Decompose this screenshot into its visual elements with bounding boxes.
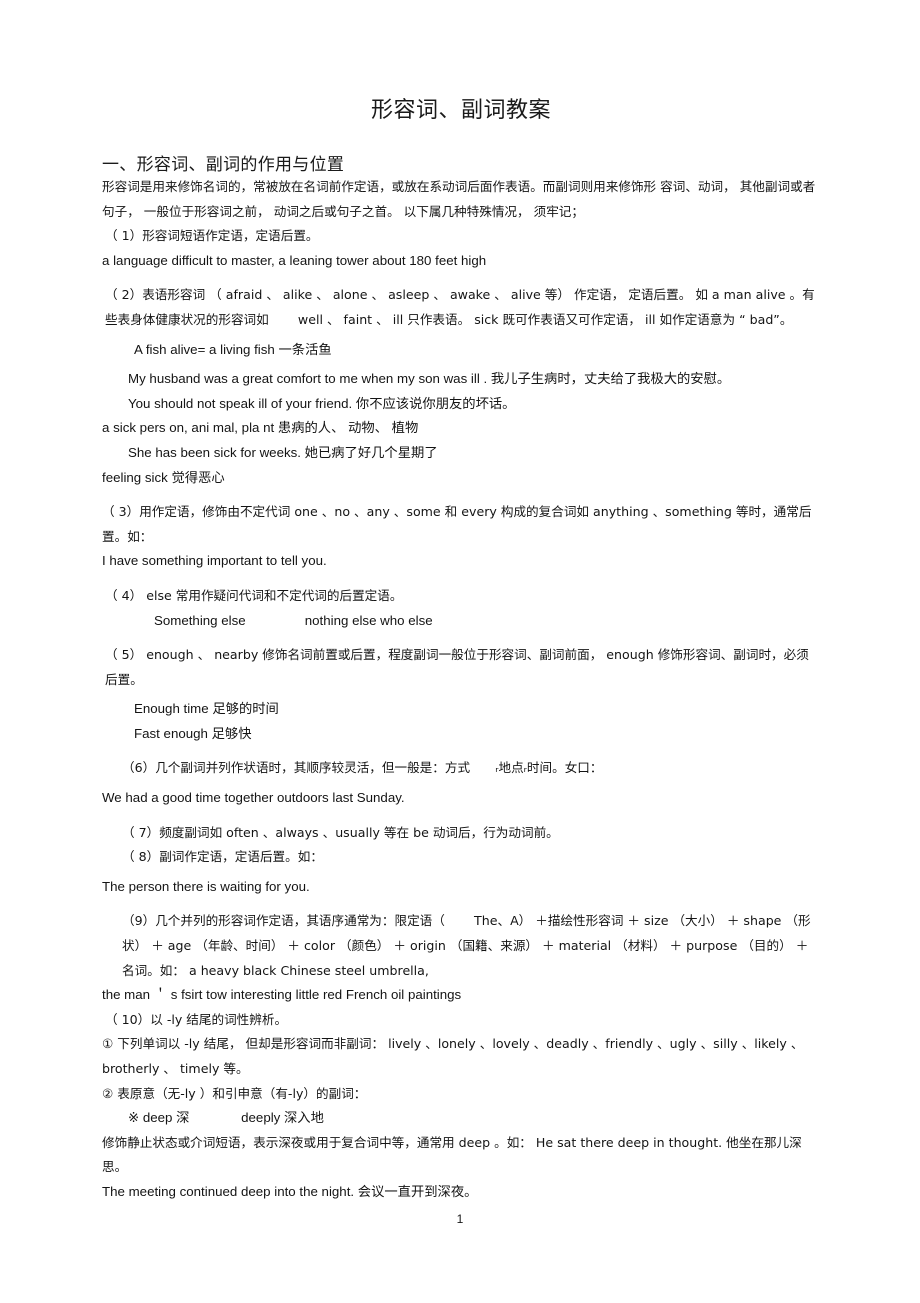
paragraph-item-3: （ 3）用作定语，修饰由不定代词 one 、no 、any 、some 和 ev… bbox=[102, 504, 812, 544]
example-enough-time: Enough time 足够的时间 bbox=[134, 701, 279, 717]
example-a-fish-alive: A fish alive= a living fish 一条活鱼 bbox=[134, 341, 332, 357]
example-my-husband: My husband was a great comfort to me whe… bbox=[128, 371, 731, 387]
example-item-8: The person there is waiting for you. bbox=[102, 878, 310, 894]
paragraph-item-5: （ 5） enough 、 nearby 修饰名词前置或后置，程度副词一般位于形… bbox=[105, 647, 809, 687]
example-item-4: Something else nothing else who else bbox=[154, 612, 433, 628]
example-item-3: I have something important to tell you. bbox=[102, 553, 327, 569]
paragraph-item-8: （ 8）副词作定语，定语后置。如： bbox=[122, 849, 323, 865]
page-number: 1 bbox=[456, 1212, 464, 1226]
paragraph-item-10: （ 10）以 -ly 结尾的词性辨析。 bbox=[105, 1011, 288, 1027]
paragraph-item-1: （ 1）形容词短语作定语，定语后置。 bbox=[105, 228, 319, 244]
paragraph-item-6: （6）几个副词并列作状语时，其顺序较灵活，但一般是：方式 ᵣ地点ᵣ时间。女口： bbox=[122, 760, 603, 776]
example-deep-into-night: The meeting continued deep into the nigh… bbox=[102, 1183, 478, 1199]
paragraph-item-9: （9）几个并列的形容词作定语，其语序通常为：限定语（ The、A） ＋描绘性形容… bbox=[122, 913, 813, 978]
paragraph-item-10-sub-2: ② 表原意（无-ly ）和引申意（有-ly）的副词： bbox=[102, 1085, 367, 1101]
document-body: 形容词、副词教案 一、形容词、副词的作用与位置 形容词是用来修饰名词的，常被放在… bbox=[102, 0, 820, 1205]
section-heading-1: 一、形容词、副词的作用与位置 bbox=[102, 155, 345, 174]
paragraph-deep-note: 修饰静止状态或介词短语，表示深夜或用于复合词中等，通常用 deep 。如： He… bbox=[102, 1134, 802, 1175]
example-a-sick-person: a sick pers on, ani mal, pla nt 患病的人、 动物… bbox=[102, 420, 419, 436]
paragraph-item-4: （ 4） else 常用作疑问代词和不定代词的后置定语。 bbox=[105, 587, 403, 603]
example-item-1: a language difficult to master, a leanin… bbox=[102, 252, 487, 268]
paragraph-item-7: （ 7）频度副词如 often 、always 、usually 等在 be 动… bbox=[122, 824, 559, 840]
example-sick-for-weeks: She has been sick for weeks. 她已病了好几个星期了 bbox=[128, 444, 438, 460]
document-page: 形容词、副词教案 一、形容词、副词的作用与位置 形容词是用来修饰名词的，常被放在… bbox=[0, 0, 920, 1303]
example-item-6: We had a good time together outdoors las… bbox=[102, 790, 405, 806]
example-deep-deeply: ※ deep 深 deeply 深入地 bbox=[128, 1110, 324, 1126]
example-fast-enough: Fast enough 足够快 bbox=[134, 725, 252, 741]
paragraph-item-10-sub-1: ① 下列单词以 -ly 结尾， 但却是形容词而非副词： lively 、lone… bbox=[102, 1036, 804, 1076]
example-item-9: the man ＇ s fsirt tow interesting little… bbox=[102, 987, 462, 1003]
example-speak-ill: You should not speak ill of your friend.… bbox=[128, 395, 516, 411]
paragraph-intro: 形容词是用来修饰名词的，常被放在名词前作定语，或放在系动词后面作表语。而副词则用… bbox=[102, 179, 816, 219]
paragraph-item-2: （ 2）表语形容词 （ afraid 、 alike 、 alone 、 asl… bbox=[105, 287, 815, 327]
page-title: 形容词、副词教案 bbox=[370, 97, 551, 122]
example-feeling-sick: feeling sick 觉得恶心 bbox=[102, 469, 225, 485]
